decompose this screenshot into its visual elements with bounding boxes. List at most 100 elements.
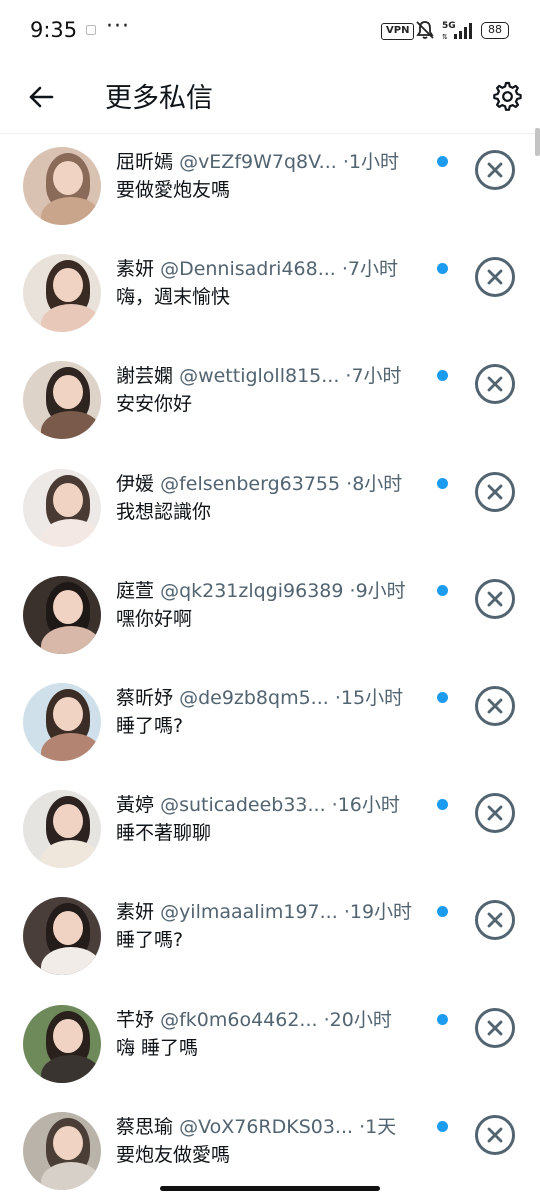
sender-line: 素妍 @Dennisadri468... ·7小时 bbox=[116, 258, 399, 281]
avatar[interactable] bbox=[23, 254, 101, 333]
page-title: 更多私信 bbox=[105, 83, 213, 114]
message-time: 1天 bbox=[365, 1115, 397, 1138]
sender-line: 伊媛 @felsenberg63755 ·8小时 bbox=[116, 472, 403, 495]
message-time: 7小时 bbox=[351, 365, 402, 388]
avatar[interactable] bbox=[23, 1111, 101, 1190]
sender-name: 屈昕嫣 bbox=[116, 151, 174, 173]
message-time: 15小时 bbox=[340, 686, 404, 709]
close-icon bbox=[487, 269, 503, 285]
message-preview: 要炮友做愛嗎 bbox=[116, 1143, 231, 1166]
more-notifications-icon: ··· bbox=[106, 14, 130, 39]
sender-line: 屈昕嫣 @vEZf9W7q8V... ·1小时 bbox=[116, 151, 399, 173]
sender-name: 黃婷 bbox=[116, 794, 155, 817]
dismiss-button[interactable] bbox=[475, 793, 515, 834]
message-row[interactable]: 伊媛 @felsenberg63755 ·8小时 我想認識你 bbox=[0, 456, 540, 563]
message-preview: 要做愛炮友嗎 bbox=[116, 179, 231, 201]
message-time: 7小时 bbox=[347, 258, 399, 281]
message-time: 1小时 bbox=[348, 151, 399, 173]
sender-line: 蔡思瑜 @VoX76RDKS03... ·1天 bbox=[116, 1115, 397, 1138]
sender-handle: @felsenberg63755 bbox=[160, 472, 341, 495]
message-row[interactable]: 素妍 @Dennisadri468... ·7小时 嗨，週末愉快 bbox=[0, 241, 540, 348]
dismiss-button[interactable] bbox=[475, 578, 515, 619]
message-time: 19小时 bbox=[349, 901, 413, 924]
sender-line: 蔡昕妤 @de9zb8qm5... ·15小时 bbox=[116, 686, 404, 709]
avatar[interactable] bbox=[23, 682, 101, 761]
dismiss-button[interactable] bbox=[475, 150, 515, 190]
close-icon bbox=[487, 805, 503, 821]
message-row[interactable]: 素妍 @yilmaaalim197... ·19小时 睡了嗎? bbox=[0, 884, 540, 991]
message-row[interactable]: 蔡昕妤 @de9zb8qm5... ·15小时 睡了嗎? bbox=[0, 670, 540, 777]
sender-line: 黃婷 @suticadeeb33... ·16小时 bbox=[116, 794, 400, 817]
mute-icon bbox=[414, 19, 436, 45]
message-time: 20小时 bbox=[329, 1008, 392, 1031]
message-row[interactable]: 屈昕嫣 @vEZf9W7q8V... ·1小时 要做愛炮友嗎 bbox=[0, 134, 540, 241]
sender-name: 蔡思瑜 bbox=[116, 1115, 174, 1138]
close-icon bbox=[487, 591, 503, 607]
sender-name: 庭萱 bbox=[116, 579, 155, 602]
close-icon bbox=[487, 484, 503, 499]
sender-line: 素妍 @yilmaaalim197... ·19小时 bbox=[116, 901, 413, 924]
close-icon bbox=[487, 1127, 503, 1143]
dismiss-button[interactable] bbox=[475, 685, 515, 726]
unread-dot-icon bbox=[437, 1120, 448, 1132]
svg-text:⇅: ⇅ bbox=[442, 33, 448, 41]
message-row[interactable]: 謝芸嫻 @wettigloll815... ·7小时 安安你好 bbox=[0, 348, 540, 455]
dismiss-button[interactable] bbox=[475, 1007, 515, 1048]
dismiss-button[interactable] bbox=[475, 364, 515, 405]
dismiss-button[interactable] bbox=[475, 471, 515, 512]
message-time: 9小时 bbox=[355, 579, 406, 602]
message-preview: 睡不著聊聊 bbox=[116, 822, 212, 845]
avatar[interactable] bbox=[23, 897, 101, 976]
avatar[interactable] bbox=[23, 361, 101, 440]
settings-button[interactable] bbox=[486, 76, 526, 116]
unread-dot-icon bbox=[437, 584, 448, 596]
vpn-icon: VPN bbox=[381, 23, 415, 40]
svg-text:5G: 5G bbox=[442, 21, 456, 31]
sender-name: 伊媛 bbox=[116, 472, 155, 495]
sender-handle: @Dennisadri468... bbox=[160, 258, 336, 281]
message-row[interactable]: 芊妤 @fk0m6o4462... ·20小时 嗨 睡了嗎 bbox=[0, 992, 540, 1099]
sender-name: 芊妤 bbox=[116, 1008, 155, 1031]
sender-handle: @VoX76RDKS03... bbox=[179, 1115, 354, 1138]
sender-name: 素妍 bbox=[116, 901, 155, 924]
sender-handle: @qk231zlqgi96389 bbox=[160, 579, 344, 602]
unread-dot-icon bbox=[437, 370, 448, 382]
avatar[interactable] bbox=[23, 575, 101, 654]
unread-dot-icon bbox=[437, 156, 448, 167]
sender-line: 謝芸嫻 @wettigloll815... ·7小时 bbox=[116, 365, 402, 388]
avatar[interactable] bbox=[23, 790, 101, 869]
close-icon bbox=[487, 698, 503, 714]
message-row[interactable]: 蔡思瑜 @VoX76RDKS03... ·1天 要炮友做愛嗎 bbox=[0, 1099, 540, 1200]
message-time: 8小时 bbox=[352, 472, 403, 495]
sender-name: 素妍 bbox=[116, 258, 155, 281]
sender-handle: @fk0m6o4462... bbox=[160, 1008, 318, 1031]
header: 更多私信 bbox=[0, 62, 540, 134]
message-preview: 睡了嗎? bbox=[116, 714, 184, 737]
unread-dot-icon bbox=[437, 263, 448, 275]
sender-handle: @suticadeeb33... bbox=[160, 794, 326, 817]
notification-icon bbox=[86, 25, 96, 35]
battery-icon: 88 bbox=[481, 22, 509, 39]
back-button[interactable] bbox=[22, 78, 60, 116]
message-time: 16小时 bbox=[337, 794, 400, 817]
home-indicator[interactable] bbox=[160, 1186, 380, 1191]
gear-icon bbox=[493, 81, 522, 111]
unread-dot-icon bbox=[437, 691, 448, 703]
message-row[interactable]: 庭萱 @qk231zlqgi96389 ·9小时 嘿你好啊 bbox=[0, 563, 540, 670]
dismiss-button[interactable] bbox=[475, 900, 515, 941]
sender-handle: @wettigloll815... bbox=[179, 365, 340, 388]
status-time: 9:35 bbox=[30, 18, 78, 42]
unread-dot-icon bbox=[437, 477, 448, 489]
sender-name: 謝芸嫻 bbox=[116, 365, 174, 388]
close-icon bbox=[487, 912, 503, 928]
dismiss-button[interactable] bbox=[475, 257, 515, 298]
avatar[interactable] bbox=[23, 147, 101, 225]
message-preview: 睡了嗎? bbox=[116, 929, 184, 952]
message-row[interactable]: 黃婷 @suticadeeb33... ·16小时 睡不著聊聊 bbox=[0, 777, 540, 884]
dismiss-button[interactable] bbox=[475, 1114, 515, 1155]
message-preview: 嘿你好啊 bbox=[116, 607, 193, 630]
avatar[interactable] bbox=[23, 1004, 101, 1083]
avatar[interactable] bbox=[23, 468, 101, 547]
sender-name: 蔡昕妤 bbox=[116, 686, 174, 709]
message-preview: 嗨，週末愉快 bbox=[116, 286, 231, 309]
